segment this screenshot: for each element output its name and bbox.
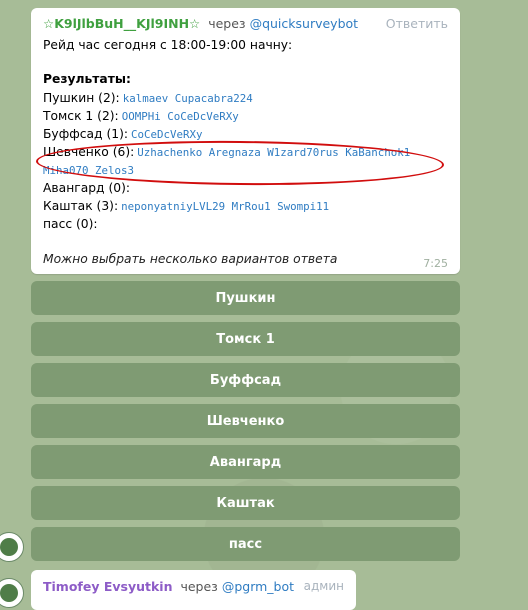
result-voters[interactable]: CoCeDcVeRXy xyxy=(131,128,203,141)
bot-link[interactable]: @pgrm_bot xyxy=(222,579,294,594)
poll-button-avangard[interactable]: Авангард xyxy=(31,445,460,479)
result-option: Пушкин (2): xyxy=(43,91,120,105)
reply-button[interactable]: Ответить xyxy=(386,16,448,31)
result-voters[interactable]: neponyatniyLVL29 MrRou1 Swompi11 xyxy=(121,200,329,213)
poll-button-shevchenko[interactable]: Шевченко xyxy=(31,404,460,438)
next-message: Timofey Evsyutkin через @pgrm_bot админ xyxy=(31,570,356,610)
result-row: пасс (0): xyxy=(43,217,98,231)
result-voters[interactable]: OOMPHi CoCeDcVeRXy xyxy=(122,110,239,123)
sender-name[interactable]: ☆K9lJlbBuH__KJl9INH☆ xyxy=(43,16,200,31)
result-option: пасс (0): xyxy=(43,217,98,231)
result-option: Авангард (0): xyxy=(43,181,131,195)
result-row: Буффсад (1): CoCeDcVeRXy xyxy=(43,127,203,141)
result-voters[interactable]: kalmaev Cupacabra224 xyxy=(123,92,253,105)
announcement-text: Рейд час сегодня с 18:00-19:00 начну: xyxy=(43,38,293,52)
result-row: Каштак (3): neponyatniyLVL29 MrRou1 Swomp… xyxy=(43,199,329,213)
result-option: Каштак (3): xyxy=(43,199,119,213)
results-heading: Результаты: xyxy=(43,72,131,86)
sender-avatar[interactable] xyxy=(0,578,24,608)
via-label: через xyxy=(208,16,246,31)
via-label: через xyxy=(180,579,218,594)
next-sender-name[interactable]: Timofey Evsyutkin xyxy=(43,579,173,594)
poll-button-kashtak[interactable]: Каштак xyxy=(31,486,460,520)
bot-link[interactable]: @quicksurveybot xyxy=(250,16,358,31)
next-message-header: Timofey Evsyutkin через @pgrm_bot xyxy=(43,579,294,594)
poll-button-tomsk1[interactable]: Томск 1 xyxy=(31,322,460,356)
poll-footer-note: Можно выбрать несколько вариантов ответа xyxy=(43,252,338,266)
poll-button-pushkin[interactable]: Пушкин xyxy=(31,281,460,315)
poll-button-pass[interactable]: пасс xyxy=(31,527,460,561)
message-header: ☆K9lJlbBuH__KJl9INH☆ через @quicksurveyb… xyxy=(43,16,448,34)
result-option: Буффсад (1): xyxy=(43,127,129,141)
result-row: Пушкин (2): kalmaev Cupacabra224 xyxy=(43,91,253,105)
result-row: Авангард (0): xyxy=(43,181,130,195)
message-time: 7:25 xyxy=(423,257,448,270)
result-option: Томск 1 (2): xyxy=(43,109,119,123)
result-row: Томск 1 (2): OOMPHi CoCeDcVeRXy xyxy=(43,109,239,123)
poll-button-buffsad[interactable]: Буффсад xyxy=(31,363,460,397)
admin-badge: админ xyxy=(303,579,344,593)
